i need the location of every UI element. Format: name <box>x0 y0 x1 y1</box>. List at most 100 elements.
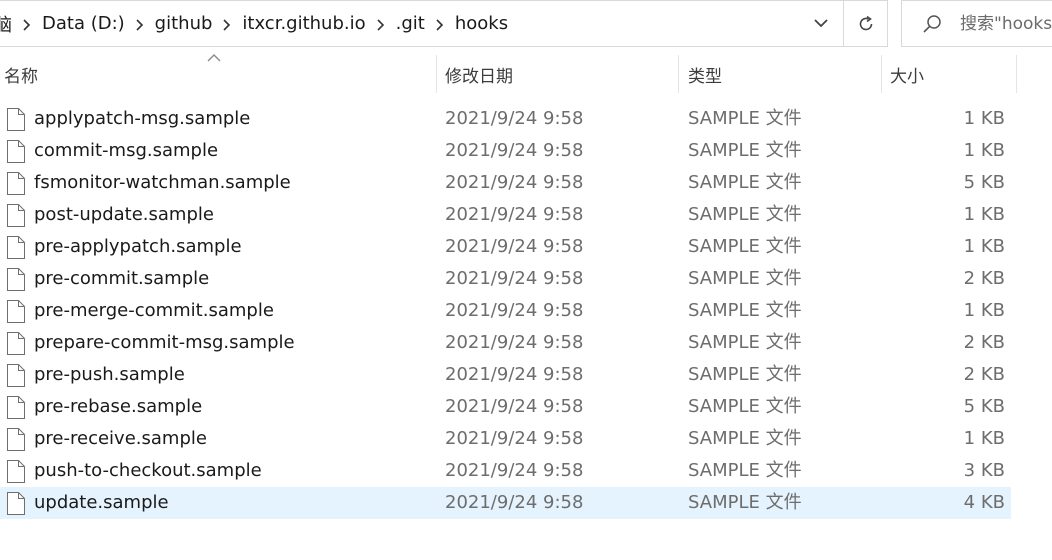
file-type: SAMPLE 文件 <box>688 460 802 481</box>
column-header-type[interactable]: 类型 <box>688 52 878 96</box>
file-size: 5 KB <box>963 172 1005 193</box>
file-type: SAMPLE 文件 <box>688 236 802 257</box>
file-name: pre-merge-commit.sample <box>34 300 274 321</box>
file-row[interactable]: prepare-commit-msg.sample 2021/9/24 9:58 S… <box>0 327 1011 359</box>
file-size: 5 KB <box>963 396 1005 417</box>
file-name: applypatch-msg.sample <box>34 108 251 129</box>
search-icon <box>923 15 941 33</box>
file-type: SAMPLE 文件 <box>688 396 802 417</box>
file-icon <box>6 300 25 323</box>
file-row[interactable]: applypatch-msg.sample 2021/9/24 9:58 SAMPL… <box>0 103 1011 135</box>
file-icon <box>6 204 25 227</box>
chevron-right-icon[interactable] <box>134 18 144 31</box>
file-name: post-update.sample <box>34 204 214 225</box>
file-row[interactable]: pre-commit.sample 2021/9/24 9:58 SAMPLE 文件… <box>0 263 1011 295</box>
chevron-right-icon[interactable] <box>375 18 385 31</box>
file-date-modified: 2021/9/24 9:58 <box>445 332 584 353</box>
column-divider[interactable] <box>881 55 882 93</box>
breadcrumb-cut-segment[interactable]: 脑 <box>0 11 12 37</box>
chevron-down-icon <box>814 19 828 28</box>
breadcrumb-data-drive[interactable]: Data (D:) <box>42 13 125 34</box>
column-divider[interactable] <box>436 55 437 93</box>
file-row[interactable]: push-to-checkout.sample 2021/9/24 9:58 SAM… <box>0 455 1011 487</box>
column-header-size[interactable]: 大小 <box>890 52 1015 96</box>
breadcrumb-git[interactable]: .git <box>396 13 425 34</box>
file-size: 3 KB <box>963 460 1005 481</box>
file-row[interactable]: post-update.sample 2021/9/24 9:58 SAMPLE 文… <box>0 199 1011 231</box>
file-size: 1 KB <box>963 204 1005 225</box>
file-name: pre-applypatch.sample <box>34 236 242 257</box>
column-divider[interactable] <box>678 55 679 93</box>
file-row[interactable]: pre-applypatch.sample 2021/9/24 9:58 SAMPL… <box>0 231 1011 263</box>
file-date-modified: 2021/9/24 9:58 <box>445 300 584 321</box>
file-icon <box>6 140 25 163</box>
file-name: commit-msg.sample <box>34 140 219 161</box>
file-name: prepare-commit-msg.sample <box>34 332 295 353</box>
file-type: SAMPLE 文件 <box>688 108 802 129</box>
file-size: 1 KB <box>963 108 1005 129</box>
file-size: 1 KB <box>963 428 1005 449</box>
file-name: pre-commit.sample <box>34 268 210 289</box>
file-type: SAMPLE 文件 <box>688 364 802 385</box>
file-icon <box>6 396 25 419</box>
file-type: SAMPLE 文件 <box>688 204 802 225</box>
file-date-modified: 2021/9/24 9:58 <box>445 460 584 481</box>
search-input[interactable] <box>960 11 1052 37</box>
file-row[interactable]: fsmonitor-watchman.sample 2021/9/24 9:58 S… <box>0 167 1011 199</box>
file-icon <box>6 268 25 291</box>
column-divider[interactable] <box>1016 55 1017 93</box>
file-type: SAMPLE 文件 <box>688 332 802 353</box>
column-header-name[interactable]: 名称 <box>4 52 434 96</box>
file-type: SAMPLE 文件 <box>688 268 802 289</box>
file-type: SAMPLE 文件 <box>688 172 802 193</box>
file-type: SAMPLE 文件 <box>688 492 802 513</box>
file-name: update.sample <box>34 492 169 513</box>
file-type: SAMPLE 文件 <box>688 140 802 161</box>
file-size: 2 KB <box>963 268 1005 289</box>
chevron-right-icon[interactable] <box>434 18 444 31</box>
file-name: pre-push.sample <box>34 364 185 385</box>
file-name: pre-rebase.sample <box>34 396 203 417</box>
breadcrumb-itxcr-github-io[interactable]: itxcr.github.io <box>242 13 365 34</box>
file-date-modified: 2021/9/24 9:58 <box>445 428 584 449</box>
search-box[interactable] <box>901 0 1052 47</box>
file-row[interactable]: pre-merge-commit.sample 2021/9/24 9:58 SAM… <box>0 295 1011 327</box>
file-explorer-window: 脑 Data (D:) github itxcr.github.io .git … <box>0 0 1052 560</box>
file-date-modified: 2021/9/24 9:58 <box>445 204 584 225</box>
file-name: push-to-checkout.sample <box>34 460 262 481</box>
file-size: 2 KB <box>963 364 1005 385</box>
refresh-button[interactable] <box>844 1 887 46</box>
file-icon <box>6 428 25 451</box>
file-list: applypatch-msg.sample 2021/9/24 9:58 SAMPL… <box>0 103 1052 519</box>
column-header-date-modified[interactable]: 修改日期 <box>445 52 675 96</box>
file-row[interactable]: update.sample 2021/9/24 9:58 SAMPLE 文件 4 KB <box>0 487 1011 519</box>
file-row[interactable]: pre-receive.sample 2021/9/24 9:58 SAMPLE 文… <box>0 423 1011 455</box>
chevron-right-icon[interactable] <box>21 18 31 31</box>
file-date-modified: 2021/9/24 9:58 <box>445 268 584 289</box>
file-type: SAMPLE 文件 <box>688 428 802 449</box>
file-icon <box>6 108 25 131</box>
file-icon <box>6 172 25 195</box>
file-name: pre-receive.sample <box>34 428 207 449</box>
file-size: 2 KB <box>963 332 1005 353</box>
file-date-modified: 2021/9/24 9:58 <box>445 396 584 417</box>
file-date-modified: 2021/9/24 9:58 <box>445 108 584 129</box>
breadcrumb-github[interactable]: github <box>155 13 213 34</box>
breadcrumb: 脑 Data (D:) github itxcr.github.io .git … <box>0 1 508 46</box>
refresh-icon <box>859 15 872 30</box>
file-size: 1 KB <box>963 300 1005 321</box>
chevron-right-icon[interactable] <box>221 18 231 31</box>
file-size: 1 KB <box>963 236 1005 257</box>
address-history-button[interactable] <box>800 1 842 46</box>
file-icon <box>6 460 25 483</box>
address-bar[interactable]: 脑 Data (D:) github itxcr.github.io .git … <box>0 0 888 47</box>
file-row[interactable]: pre-rebase.sample 2021/9/24 9:58 SAMPLE 文件… <box>0 391 1011 423</box>
file-icon <box>6 364 25 387</box>
file-row[interactable]: pre-push.sample 2021/9/24 9:58 SAMPLE 文件 2 … <box>0 359 1011 391</box>
file-row[interactable]: commit-msg.sample 2021/9/24 9:58 SAMPLE 文件… <box>0 135 1011 167</box>
file-icon <box>6 332 25 355</box>
file-date-modified: 2021/9/24 9:58 <box>445 236 584 257</box>
file-date-modified: 2021/9/24 9:58 <box>445 172 584 193</box>
file-name: fsmonitor-watchman.sample <box>34 172 291 193</box>
breadcrumb-hooks[interactable]: hooks <box>455 13 508 34</box>
